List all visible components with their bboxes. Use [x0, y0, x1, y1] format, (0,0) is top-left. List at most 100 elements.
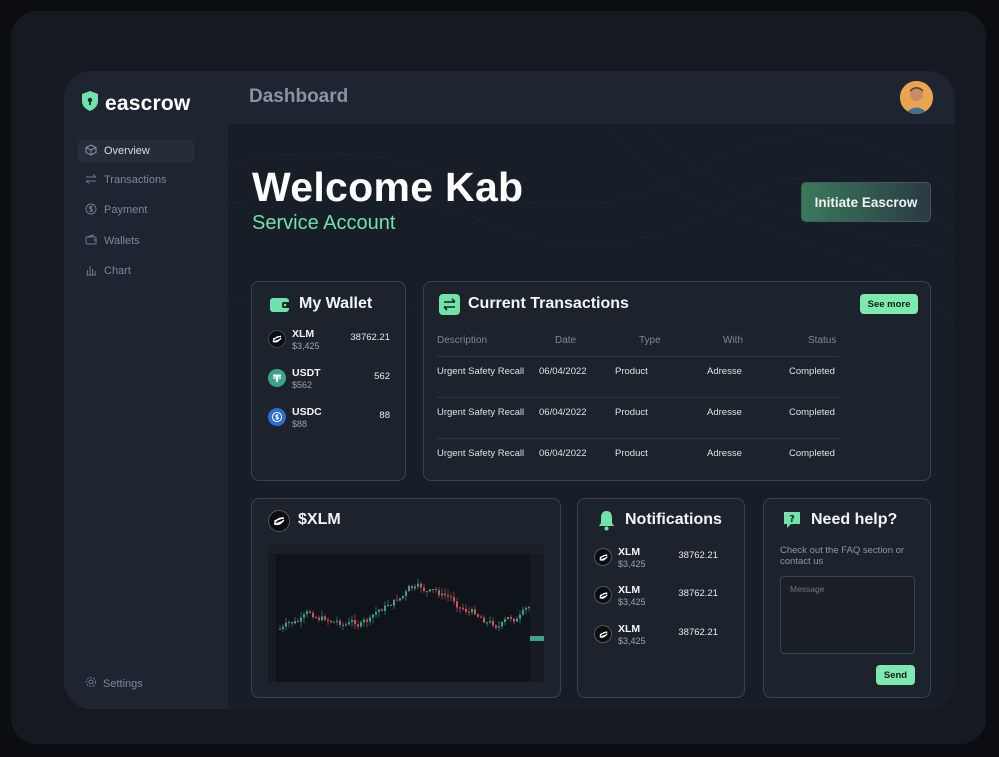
cell-status: Completed [789, 407, 835, 418]
candle-body [375, 612, 377, 615]
sidebar-item-wallets[interactable]: Wallets [78, 230, 194, 252]
candle-body [366, 619, 368, 622]
wallet-icon [270, 296, 291, 318]
send-button[interactable]: Send [876, 665, 915, 685]
candle-body [498, 626, 500, 628]
notification-item[interactable]: XLM $3,425 38762.21 [594, 584, 718, 612]
asset-symbol: USDC [292, 406, 322, 418]
candle-body [399, 598, 401, 601]
notification-symbol: XLM [618, 623, 641, 635]
help-card: ? Need help? Check out the FAQ section o… [763, 498, 931, 698]
wallet-asset-row[interactable]: XLM $3,425 38762.21 [268, 328, 390, 356]
sidebar-item-label: Transactions [104, 174, 167, 186]
candle-body [384, 605, 386, 611]
candle-body [336, 620, 338, 622]
notification-item[interactable]: XLM $3,425 38762.21 [594, 546, 718, 574]
transactions-title: Current Transactions [468, 295, 629, 312]
candle-body [441, 593, 443, 596]
candle-body [480, 616, 482, 618]
candle-body [324, 616, 326, 620]
settings-label: Settings [103, 677, 143, 690]
sidebar-item-label: Overview [104, 145, 150, 157]
candle-body [507, 617, 509, 620]
asset-symbol: XLM [292, 328, 315, 340]
column-header: Type [639, 335, 661, 346]
column-header: Date [555, 335, 577, 346]
message-textarea[interactable]: Message [780, 576, 915, 654]
stellar-icon [268, 330, 286, 348]
cell-date: 06/04/2022 [539, 366, 587, 377]
help-description: Check out the FAQ section or contact us [780, 545, 905, 567]
candlestick-chart [268, 544, 544, 682]
logo-text: eascrow [105, 91, 191, 115]
candle-body [468, 612, 470, 614]
candle-body [342, 624, 344, 626]
logo[interactable]: eascrow [80, 90, 190, 117]
avatar[interactable] [900, 81, 933, 114]
sidebar-item-payment[interactable]: Payment [78, 199, 194, 221]
candle-body [522, 609, 524, 615]
settings-link[interactable]: Settings [85, 676, 143, 691]
price-chart[interactable] [268, 544, 544, 682]
cell-type: Product [615, 407, 648, 418]
cell-with: Adresse [707, 366, 742, 377]
asset-amount: 88 [379, 410, 390, 421]
candle-body [408, 585, 410, 592]
sidebar-item-overview[interactable]: Overview [78, 140, 194, 162]
cell-with: Adresse [707, 448, 742, 459]
candle-body [297, 621, 299, 623]
sidebar-item-chart[interactable]: Chart [78, 260, 194, 282]
column-header: Description [437, 335, 488, 346]
candle-body [369, 617, 371, 622]
cell-description: Urgent Safety Recall [437, 407, 525, 418]
sidebar-item-label: Payment [104, 204, 148, 216]
usdc-icon [268, 408, 286, 426]
tether-icon [268, 369, 286, 387]
candle-body [459, 607, 461, 609]
candle-body [291, 622, 293, 624]
candle-body [414, 586, 416, 589]
candle-body [318, 617, 320, 621]
exchange-icon [439, 294, 460, 320]
candle-body [420, 583, 422, 588]
candle-body [453, 597, 455, 602]
candle-body [378, 609, 380, 613]
asset-usd: $88 [292, 419, 308, 429]
wallet-title: My Wallet [299, 295, 373, 312]
divider [436, 438, 839, 439]
candle-body [501, 622, 503, 627]
see-more-button[interactable]: See more [860, 294, 918, 314]
wallet-asset-row[interactable]: USDT $562 562 [268, 367, 390, 395]
candle-body [315, 617, 317, 619]
initiate-eascrow-button[interactable]: Initiate Eascrow [801, 182, 931, 222]
notification-symbol: XLM [618, 584, 641, 596]
notifications-card: Notifications XLM $3,425 38762.21 XLM $3… [577, 498, 745, 698]
candle-body [426, 591, 428, 593]
gear-icon [85, 676, 97, 691]
candle-body [513, 618, 515, 622]
welcome-heading: Welcome Kab [252, 164, 524, 210]
candle-body [423, 587, 425, 592]
candle-body [471, 609, 473, 613]
candle-body [438, 590, 440, 596]
wallet-icon [85, 233, 97, 249]
notification-symbol: XLM [618, 546, 641, 558]
candle-body [495, 625, 497, 628]
wallet-card: My Wallet XLM $3,425 38762.21 USDT $562 … [251, 281, 406, 481]
asset-amount: 562 [374, 371, 390, 382]
sidebar: Overview Transactions Payment Wallets Ch… [64, 124, 228, 709]
candle-body [447, 595, 449, 597]
top-header: eascrow Dashboard [64, 71, 955, 124]
candle-body [450, 596, 452, 598]
help-title: Need help? [811, 511, 898, 528]
cell-date: 06/04/2022 [539, 407, 587, 418]
candle-body [354, 620, 356, 625]
candle-body [510, 617, 512, 619]
asset-usd: $3,425 [292, 341, 320, 351]
sidebar-item-transactions[interactable]: Transactions [78, 169, 194, 191]
dollar-icon [85, 203, 97, 218]
candle-body [528, 607, 530, 609]
divider [436, 397, 839, 398]
wallet-asset-row[interactable]: USDC $88 88 [268, 406, 390, 434]
notification-item[interactable]: XLM $3,425 38762.21 [594, 623, 718, 651]
